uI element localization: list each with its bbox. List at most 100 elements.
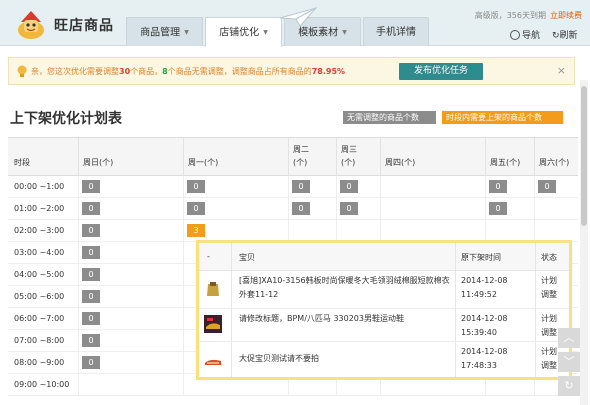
- table-cell: 0: [78, 176, 183, 198]
- time-slot-label: 07:00 ~8:00: [14, 336, 65, 345]
- chevron-down-icon: ▼: [263, 29, 268, 36]
- time-slot-label: 00:00 ~1:00: [14, 182, 65, 191]
- notice-message: 亲，您这次优化需要调整30个商品，8个商品无需调整，调整商品占所有商品的78.9…: [31, 66, 345, 77]
- popup-header-status: 状态: [541, 253, 557, 262]
- column-header: 周日(个): [78, 138, 183, 176]
- version-text: 高级版，356天到期: [474, 11, 546, 20]
- no-adjust-count-badge[interactable]: 0: [82, 268, 100, 281]
- scroll-down-button[interactable]: ﹀: [558, 352, 580, 372]
- compass-icon: [510, 30, 520, 40]
- product-name[interactable]: 大促宝贝测试请不要拍: [239, 352, 453, 366]
- tab-label: 模板素材: [298, 27, 339, 39]
- no-adjust-count-badge[interactable]: 0: [187, 180, 205, 193]
- tab-product-management[interactable]: 商品管理 ▼: [126, 17, 203, 46]
- app-name: 旺店商品: [54, 18, 114, 34]
- column-header: 周五(个): [485, 138, 534, 176]
- table-row: 01:00 ~2:00 0 0 0 0 0: [8, 198, 578, 220]
- status-text: 计划调整: [541, 276, 557, 299]
- close-icon[interactable]: ×: [557, 64, 566, 77]
- optimization-notice: 亲，您这次优化需要调整30个商品，8个商品无需调整，调整商品占所有商品的78.9…: [8, 57, 575, 85]
- popup-row[interactable]: 请修改标题，BPM/八匹马 330203男鞋运动鞋 2014-12-08 15:3…: [199, 309, 569, 342]
- time-slot-label: 02:00 ~3:00: [14, 226, 65, 235]
- product-thumbnail: [204, 351, 222, 369]
- column-header: 周三(个): [336, 138, 380, 176]
- delist-time: 2014-12-08 11:49:52: [461, 276, 508, 299]
- no-adjust-count-badge[interactable]: 0: [187, 202, 205, 215]
- no-adjust-count-badge[interactable]: 0: [82, 180, 100, 193]
- guide-label: 导航: [522, 31, 541, 41]
- legend-no-adjust: 无需调整的商品个数: [343, 111, 436, 124]
- no-adjust-count-badge[interactable]: 0: [82, 356, 100, 369]
- no-adjust-count-badge[interactable]: 0: [292, 180, 310, 193]
- table-cell: 0: [78, 220, 183, 242]
- refresh-button[interactable]: ↻刷新: [552, 28, 578, 41]
- table-cell: 3: [183, 220, 288, 242]
- no-adjust-count-badge[interactable]: 0: [538, 180, 556, 193]
- popup-header: - 宝贝 原下架时间 状态: [199, 243, 569, 271]
- table-cell: [380, 198, 485, 220]
- adjust-percent: 78.95%: [311, 67, 346, 76]
- time-slot-label: 01:00 ~2:00: [14, 204, 65, 213]
- notice-text: 个商品，: [130, 67, 163, 76]
- no-adjust-count-badge[interactable]: 0: [82, 224, 100, 237]
- mascot-logo-icon: [18, 11, 44, 39]
- no-adjust-count-badge[interactable]: 0: [340, 180, 358, 193]
- popup-header-dot: -: [207, 252, 210, 261]
- product-name[interactable]: [喜旭]XA10-3156韩板时尚保暖冬大毛领羽绒棉服短款棉衣外套11-12: [239, 274, 453, 302]
- table-cell: 0: [288, 198, 336, 220]
- scrollbar-thumb[interactable]: [581, 86, 587, 226]
- time-slot-label: 03:00 ~4:00: [14, 248, 65, 257]
- guide-button[interactable]: 导航: [510, 28, 540, 41]
- tab-mobile-details[interactable]: 手机详情: [363, 17, 429, 46]
- table-cell: 0: [78, 286, 183, 308]
- table-row: 02:00 ~3:00 0 3: [8, 220, 578, 242]
- popup-row[interactable]: 大促宝贝测试请不要拍 2014-12-08 17:48:33 计划调整: [199, 342, 569, 377]
- no-adjust-count-badge[interactable]: 0: [489, 202, 507, 215]
- refresh-icon: ↻: [552, 31, 560, 41]
- page-title: 上下架优化计划表: [10, 111, 122, 127]
- table-cell: 0: [336, 198, 380, 220]
- reload-icon[interactable]: ↻: [558, 376, 580, 396]
- table-cell: 0: [288, 176, 336, 198]
- no-adjust-count-badge[interactable]: 0: [82, 202, 100, 215]
- no-adjust-count-badge[interactable]: 0: [82, 290, 100, 303]
- product-name[interactable]: 请修改标题，BPM/八匹马 330203男鞋运动鞋: [239, 312, 453, 326]
- column-header: 周二(个): [288, 138, 336, 176]
- table-cell: 0: [78, 264, 183, 286]
- popup-header-time: 原下架时间: [461, 253, 501, 262]
- app-logo[interactable]: 旺店商品: [14, 8, 124, 40]
- scroll-up-button[interactable]: ︿: [558, 328, 580, 348]
- no-adjust-count-badge[interactable]: 0: [292, 202, 310, 215]
- chevron-down-icon: ▼: [184, 29, 189, 36]
- notice-text: 个商品无需调整，调整商品占所有商品的: [167, 67, 312, 76]
- column-header: 周一(个): [183, 138, 288, 176]
- table-cell: 0: [183, 198, 288, 220]
- tab-shop-optimization[interactable]: 店铺优化 ▼: [205, 17, 282, 47]
- popup-header-item: 宝贝: [239, 253, 255, 262]
- time-slot-label: 04:00 ~5:00: [14, 270, 65, 279]
- time-slot-label: 09:00 ~10:00: [14, 380, 70, 389]
- column-header: 时段: [14, 158, 30, 167]
- table-cell: 0: [336, 176, 380, 198]
- listing-count-badge[interactable]: 3: [187, 224, 205, 237]
- no-adjust-count-badge[interactable]: 0: [340, 202, 358, 215]
- table-cell: [288, 220, 336, 242]
- publish-task-button[interactable]: 发布优化任务: [399, 63, 483, 80]
- popup-row[interactable]: [喜旭]XA10-3156韩板时尚保暖冬大毛领羽绒棉服短款棉衣外套11-12 2…: [199, 271, 569, 309]
- renew-link[interactable]: 立即续费: [550, 11, 582, 20]
- table-cell: 0: [485, 198, 534, 220]
- paper-plane-icon: [279, 7, 318, 27]
- no-adjust-count-badge[interactable]: 0: [82, 334, 100, 347]
- no-adjust-count-badge[interactable]: 0: [82, 246, 100, 259]
- table-cell: [380, 176, 485, 198]
- chevron-down-icon: ▼: [342, 29, 347, 36]
- table-cell: [534, 198, 578, 220]
- no-adjust-count-badge[interactable]: 0: [489, 180, 507, 193]
- table-cell: 0: [78, 330, 183, 352]
- tab-label: 手机详情: [376, 27, 416, 38]
- table-cell: [485, 220, 534, 242]
- no-adjust-count-badge[interactable]: 0: [82, 312, 100, 325]
- product-thumbnail: [204, 315, 222, 333]
- table-cell: [78, 374, 183, 396]
- adjust-count: 30: [119, 67, 131, 76]
